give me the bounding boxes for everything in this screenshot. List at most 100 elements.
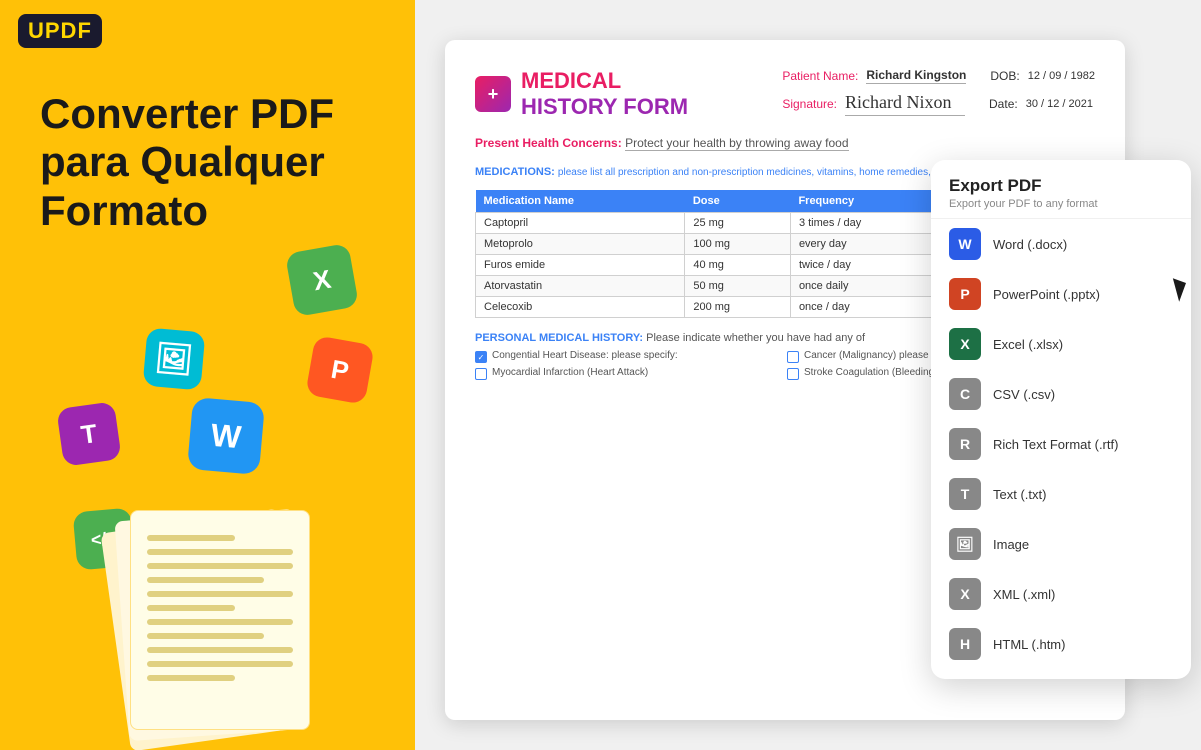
- export-item-label: PowerPoint (.pptx): [993, 287, 1100, 302]
- col-medication: Medication Name: [476, 190, 685, 213]
- paper-line: [147, 675, 235, 681]
- table-cell: every day: [790, 234, 946, 255]
- ph-item: ✓ Congential Heart Disease: please specif…: [475, 350, 783, 363]
- col-dose: Dose: [685, 190, 791, 213]
- csv-icon: C: [949, 378, 981, 410]
- export-item-label: Excel (.xlsx): [993, 337, 1063, 352]
- signature-label: Signature:: [782, 97, 837, 111]
- pdf-title-block: MEDICAL HISTORY FORM: [521, 68, 688, 120]
- hero-line2: para Qualquer: [40, 138, 325, 185]
- pdf-logo-area: + MEDICAL HISTORY FORM: [475, 68, 688, 120]
- table-row: Captopril25 mg3 times / day: [476, 213, 947, 234]
- w-icon: W: [187, 397, 265, 475]
- table-cell: Furos emide: [476, 255, 685, 276]
- paper-line: [147, 605, 235, 611]
- export-item-label: XML (.xml): [993, 587, 1055, 602]
- paper-line: [147, 619, 293, 625]
- export-item-txt[interactable]: T Text (.txt): [931, 469, 1191, 519]
- powerpoint-icon: P: [949, 278, 981, 310]
- table-cell: Metoprolo: [476, 234, 685, 255]
- table-cell: 50 mg: [685, 276, 791, 297]
- pdf-concern: Present Health Concerns: Protect your he…: [475, 136, 1095, 150]
- pdf-logo-icon: +: [475, 76, 511, 112]
- table-cell: 200 mg: [685, 297, 791, 318]
- paper-line: [147, 633, 264, 639]
- x-icon: X: [285, 243, 359, 317]
- rtf-icon: R: [949, 428, 981, 460]
- xml-icon: X: [949, 578, 981, 610]
- dob-value: 12 / 09 / 1982: [1028, 70, 1095, 82]
- paper-line: [147, 661, 293, 667]
- table-row: Metoprolo100 mgevery day: [476, 234, 947, 255]
- word-icon: W: [949, 228, 981, 260]
- export-item-label: Word (.docx): [993, 237, 1067, 252]
- excel-icon: X: [949, 328, 981, 360]
- p-icon: P: [305, 335, 375, 405]
- image-icon: 🖼: [143, 328, 206, 391]
- table-row: Furos emide40 mgtwice / day: [476, 255, 947, 276]
- paper-line: [147, 647, 293, 653]
- ph-item-label: Myocardial Infarction (Heart Attack): [492, 367, 648, 378]
- pdf-title: MEDICAL: [521, 68, 688, 94]
- export-item-label: Image: [993, 537, 1029, 552]
- concern-text: Protect your health by throwing away foo…: [625, 136, 848, 151]
- updf-logo: UPDF: [18, 14, 102, 48]
- ph-checkbox[interactable]: [787, 351, 799, 363]
- pdf-header: + MEDICAL HISTORY FORM Patient Name: Ric…: [475, 68, 1095, 120]
- image-icon: 🖼: [949, 528, 981, 560]
- export-item-word[interactable]: W Word (.docx): [931, 219, 1191, 269]
- hero-line1: Converter PDF: [40, 90, 334, 137]
- ph-checkbox[interactable]: [475, 368, 487, 380]
- table-row: Celecoxib200 mgonce / day: [476, 297, 947, 318]
- table-cell: once daily: [790, 276, 946, 297]
- paper-lines: [131, 511, 309, 705]
- export-item-html[interactable]: HHTML (.htm): [931, 619, 1191, 669]
- table-cell: Celecoxib: [476, 297, 685, 318]
- ph-item: Myocardial Infarction (Heart Attack): [475, 367, 783, 380]
- left-panel: UPDF Converter PDF para Qualquer Formato…: [0, 0, 415, 750]
- table-cell: 40 mg: [685, 255, 791, 276]
- export-item-label: Rich Text Format (.rtf): [993, 437, 1118, 452]
- hero-line3: Formato: [40, 187, 208, 234]
- paper-line: [147, 591, 293, 597]
- hero-text: Converter PDF para Qualquer Formato: [40, 90, 334, 235]
- pdf-patient-block: Patient Name: Richard Kingston DOB: 12 /…: [782, 68, 1095, 116]
- right-panel: + MEDICAL HISTORY FORM Patient Name: Ric…: [415, 0, 1201, 750]
- export-item-label: CSV (.csv): [993, 387, 1055, 402]
- medications-table: Medication Name Dose Frequency Captopril…: [475, 190, 947, 318]
- table-row: Atorvastatin50 mgonce daily: [476, 276, 947, 297]
- table-cell: Atorvastatin: [476, 276, 685, 297]
- ph-checkbox[interactable]: ✓: [475, 351, 487, 363]
- concern-label: Present Health Concerns:: [475, 136, 622, 150]
- pdf-title-sub: HISTORY FORM: [521, 94, 688, 120]
- table-cell: 100 mg: [685, 234, 791, 255]
- table-cell: 3 times / day: [790, 213, 946, 234]
- ph-item-label: Congential Heart Disease: please specify…: [492, 350, 678, 361]
- export-panel: Export PDF Export your PDF to any format…: [931, 160, 1191, 679]
- paper-front: [130, 510, 310, 730]
- t-icon: T: [56, 401, 122, 467]
- table-cell: twice / day: [790, 255, 946, 276]
- table-cell: 25 mg: [685, 213, 791, 234]
- export-item-excel[interactable]: X Excel (.xlsx): [931, 319, 1191, 369]
- paper-line: [147, 535, 235, 541]
- paper-line: [147, 563, 293, 569]
- ph-checkbox[interactable]: [787, 368, 799, 380]
- export-item-image[interactable]: 🖼 Image: [931, 519, 1191, 569]
- paper-line: [147, 549, 293, 555]
- export-item-xml[interactable]: X XML (.xml): [931, 569, 1191, 619]
- export-items-container: W Word (.docx) P PowerPoint (.pptx) X Excel (…: [931, 219, 1191, 669]
- export-item-label: Text (.txt): [993, 487, 1046, 502]
- ph-item-label: Stroke Coagulation (Bleeding/Cl: [804, 367, 946, 378]
- dob-label: DOB:: [990, 69, 1019, 83]
- export-item-rtf[interactable]: R Rich Text Format (.rtf): [931, 419, 1191, 469]
- export-item-csv[interactable]: C CSV (.csv): [931, 369, 1191, 419]
- export-item-powerpoint[interactable]: P PowerPoint (.pptx): [931, 269, 1191, 319]
- html-icon: H: [949, 628, 981, 660]
- signature-value: Richard Nixon: [845, 92, 965, 116]
- export-panel-header: Export PDF Export your PDF to any format: [931, 176, 1191, 219]
- patient-name-value: Richard Kingston: [866, 68, 966, 84]
- date-label: Date:: [989, 97, 1018, 111]
- patient-name-label: Patient Name:: [782, 69, 858, 83]
- txt-icon: T: [949, 478, 981, 510]
